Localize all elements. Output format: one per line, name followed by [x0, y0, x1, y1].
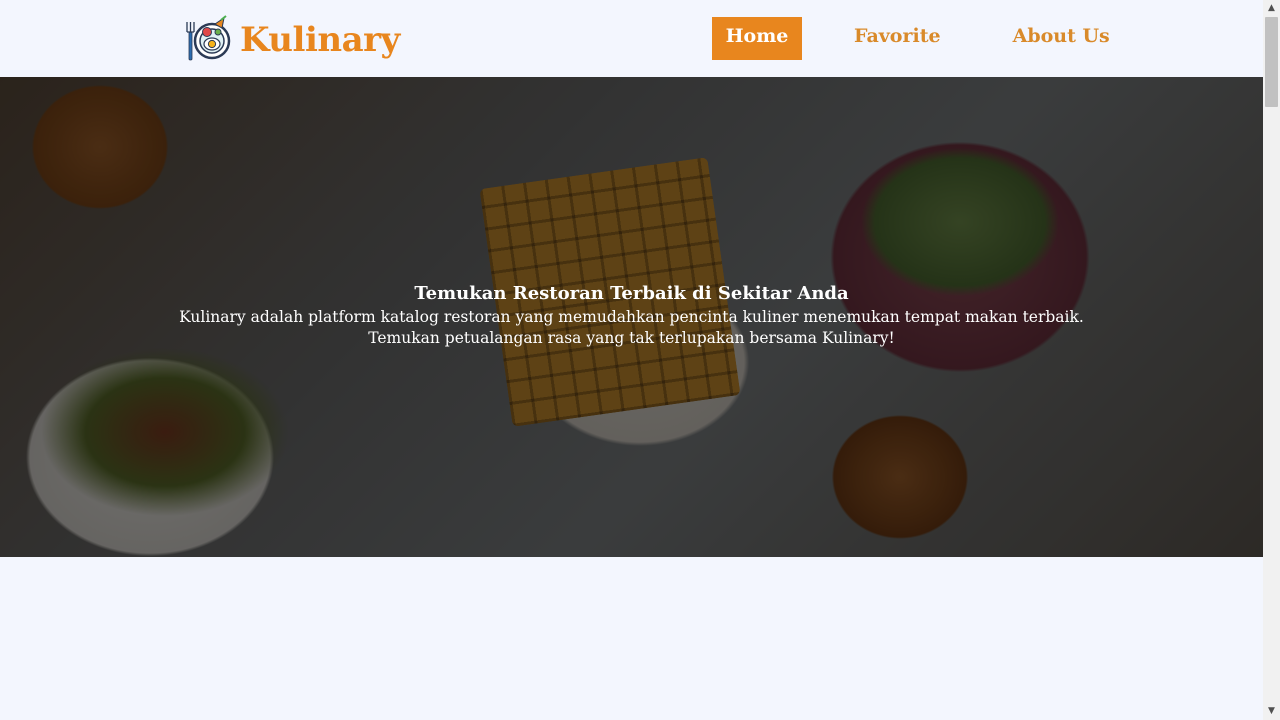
hero-banner: Temukan Restoran Terbaik di Sekitar Anda…	[0, 77, 1263, 557]
arrow-down-icon[interactable]: ▼	[1263, 703, 1280, 720]
hero-description-line-1: Kulinary adalah platform katalog restora…	[179, 308, 1084, 326]
hero-text: Temukan Restoran Terbaik di Sekitar Anda…	[0, 283, 1263, 349]
page: Kulinary Home Favorite About Us Temukan …	[0, 0, 1263, 720]
food-plate-logo-icon	[186, 14, 234, 66]
hero-title: Temukan Restoran Terbaik di Sekitar Anda	[414, 283, 849, 304]
main-nav: Home Favorite About Us	[712, 17, 1110, 60]
arrow-up-icon[interactable]: ▲	[1263, 0, 1280, 17]
nav-about-link[interactable]: About Us	[1013, 17, 1110, 60]
nav-favorite-link[interactable]: Favorite	[854, 17, 941, 60]
app-header: Kulinary Home Favorite About Us	[0, 0, 1263, 77]
hero-description-line-2: Temukan petualangan rasa yang tak terlup…	[368, 329, 895, 347]
brand[interactable]: Kulinary	[186, 14, 400, 66]
nav-home-link[interactable]: Home	[712, 17, 802, 60]
brand-name: Kulinary	[240, 20, 400, 60]
vertical-scrollbar[interactable]: ▲ ▼	[1263, 0, 1280, 720]
scrollbar-thumb[interactable]	[1265, 17, 1278, 107]
